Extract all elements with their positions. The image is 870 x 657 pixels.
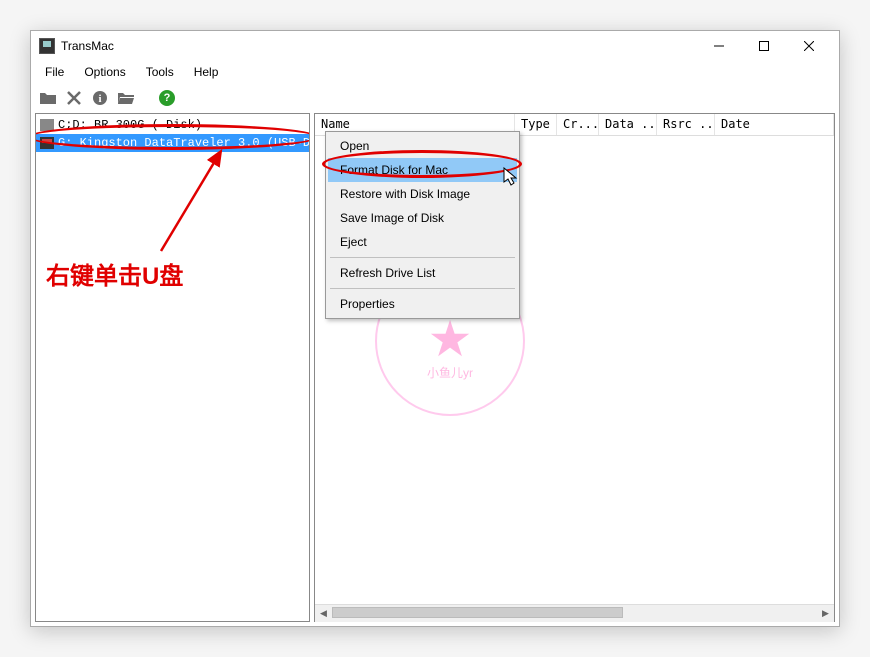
app-icon	[39, 38, 55, 54]
col-rsrc[interactable]: Rsrc ...	[657, 114, 715, 135]
open-folder-icon[interactable]	[117, 89, 135, 107]
tree-item-usb[interactable]: G: Kingston DataTraveler 3.0 (USB-Disk)	[36, 134, 309, 152]
ctx-restore[interactable]: Restore with Disk Image	[328, 182, 517, 206]
tree-label: C;D: BR 300G (-Disk)	[58, 118, 202, 132]
close-button[interactable]	[786, 32, 831, 60]
star-icon: ★	[428, 314, 473, 364]
ctx-open[interactable]: Open	[328, 134, 517, 158]
separator	[330, 257, 515, 258]
delete-icon[interactable]	[65, 89, 83, 107]
scroll-left-icon[interactable]: ◀	[315, 605, 332, 622]
col-date[interactable]: Date	[715, 114, 834, 135]
folder-icon[interactable]	[39, 89, 57, 107]
window-title: TransMac	[61, 39, 114, 53]
horizontal-scrollbar[interactable]: ◀ ▶	[315, 604, 834, 621]
watermark-bottom: 小鱼儿yr	[427, 364, 473, 381]
separator	[330, 288, 515, 289]
ctx-format-disk-for-mac[interactable]: Format Disk for Mac	[328, 158, 517, 182]
ctx-properties[interactable]: Properties	[328, 292, 517, 316]
disk-icon	[40, 119, 54, 131]
col-type[interactable]: Type	[515, 114, 557, 135]
col-cr[interactable]: Cr...	[557, 114, 599, 135]
menu-help[interactable]: Help	[186, 63, 227, 81]
ctx-save-image[interactable]: Save Image of Disk	[328, 206, 517, 230]
usb-disk-icon	[40, 137, 54, 149]
window-controls	[696, 32, 831, 60]
ctx-refresh[interactable]: Refresh Drive List	[328, 261, 517, 285]
tree-label: G: Kingston DataTraveler 3.0 (USB-Disk)	[58, 136, 310, 150]
menubar: File Options Tools Help	[31, 61, 839, 83]
svg-text:i: i	[98, 93, 101, 105]
scroll-thumb[interactable]	[332, 607, 623, 618]
scroll-right-icon[interactable]: ▶	[817, 605, 834, 622]
help-icon[interactable]: ?	[159, 90, 175, 106]
info-icon[interactable]: i	[91, 89, 109, 107]
menu-tools[interactable]: Tools	[138, 63, 182, 81]
app-window: TransMac File Options Tools Help i	[30, 30, 840, 627]
menu-options[interactable]: Options	[76, 63, 133, 81]
maximize-button[interactable]	[741, 32, 786, 60]
titlebar: TransMac	[31, 31, 839, 61]
tree-item-disk[interactable]: C;D: BR 300G (-Disk)	[36, 116, 309, 134]
ctx-eject[interactable]: Eject	[328, 230, 517, 254]
context-menu: Open Format Disk for Mac Restore with Di…	[325, 131, 520, 319]
minimize-button[interactable]	[696, 32, 741, 60]
toolbar: i ?	[31, 83, 839, 113]
drive-tree[interactable]: C;D: BR 300G (-Disk) G: Kingston DataTra…	[35, 113, 310, 622]
menu-file[interactable]: File	[37, 63, 72, 81]
scroll-track[interactable]	[332, 605, 817, 622]
col-data[interactable]: Data ...	[599, 114, 657, 135]
